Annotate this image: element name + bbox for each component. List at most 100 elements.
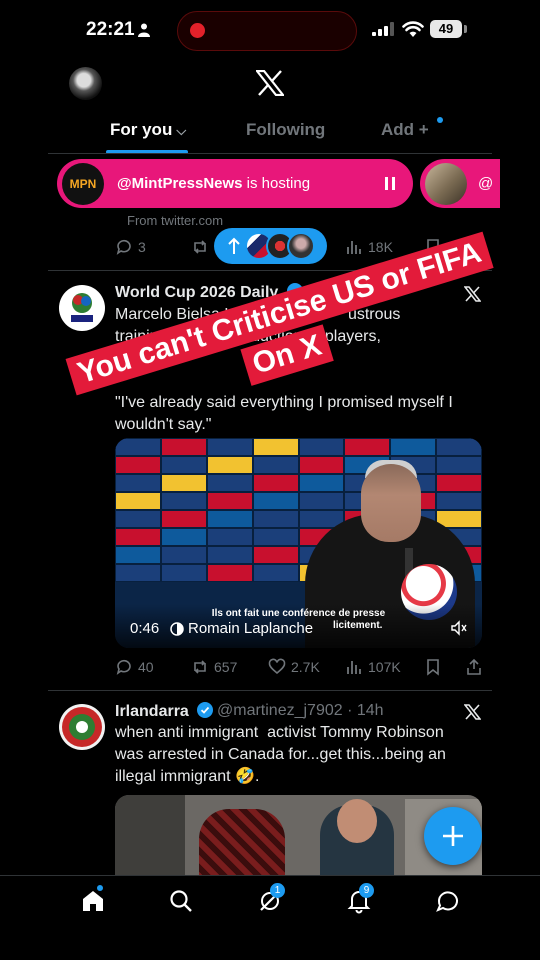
sponsor-tile <box>298 438 345 456</box>
profile-avatar[interactable] <box>69 67 102 100</box>
wifi-icon <box>402 21 424 37</box>
tweet-author-handle[interactable]: @martinez_j7902 · 14h <box>217 702 384 720</box>
tweet-author-name[interactable]: Irlandarra <box>115 702 214 721</box>
sponsor-tile <box>436 438 482 456</box>
video-author[interactable]: Romain Laplanche <box>188 620 313 637</box>
mute-icon[interactable] <box>451 620 467 636</box>
home-unread-dot <box>97 885 103 891</box>
reply-button[interactable]: 3 <box>115 235 146 259</box>
nav-home[interactable] <box>80 885 106 914</box>
heart-icon <box>268 658 286 675</box>
reply-count: 3 <box>138 239 146 255</box>
plus-icon: + <box>418 120 429 139</box>
tab-add[interactable]: Add + <box>381 117 443 140</box>
share-button[interactable] <box>465 655 483 679</box>
space-hosting-label: is hosting <box>242 175 311 192</box>
tab-for-you[interactable]: For you ⌵ <box>110 120 186 140</box>
arrow-up-icon <box>228 237 240 254</box>
nav-search[interactable] <box>168 888 194 914</box>
sponsor-tile <box>206 438 253 456</box>
message-bubble-icon <box>436 891 458 912</box>
sponsor-tile <box>252 546 299 564</box>
sponsor-tile <box>115 474 161 492</box>
verified-badge-icon <box>197 702 214 718</box>
space-host-avatar: MPN <box>62 163 104 205</box>
repost-button[interactable]: 657 <box>191 655 237 679</box>
tab-for-you-label: For you <box>110 120 173 139</box>
repost-button[interactable] <box>191 235 209 259</box>
sponsor-tile <box>252 492 299 510</box>
repost-count: 657 <box>214 659 238 675</box>
nav-grok[interactable]: 1 <box>257 883 285 914</box>
sponsor-tile <box>298 456 345 474</box>
tweet-actions: 40 657 2.7K 107K <box>115 655 483 679</box>
sponsor-tile <box>160 546 207 564</box>
screen-recording-indicator[interactable] <box>177 11 357 51</box>
sponsor-tile <box>298 492 345 510</box>
x-logo-icon <box>256 70 284 96</box>
image-background <box>115 795 185 880</box>
sponsor-tile <box>206 510 253 528</box>
sponsor-tile <box>160 564 207 582</box>
views-count: 107K <box>368 659 401 675</box>
sponsor-tile <box>252 510 299 528</box>
bottom-navigation: 1 9 <box>0 875 540 960</box>
tweet-author-avatar[interactable] <box>59 704 105 750</box>
space-host-handle: @MintPressNews <box>117 175 243 192</box>
sponsor-tile <box>206 456 253 474</box>
reply-count: 40 <box>138 659 154 675</box>
status-time: 22:21 <box>86 19 135 40</box>
compose-button[interactable] <box>424 807 482 865</box>
space-card[interactable]: MPN @MintPressNews is hosting <box>57 159 413 208</box>
video-author-icon <box>170 622 184 636</box>
views-button[interactable]: 107K <box>345 655 401 679</box>
nav-notifications[interactable]: 9 <box>346 883 374 914</box>
video-subtitle-2: licitement. <box>333 620 383 631</box>
space-host-handle-2: @ <box>478 175 494 192</box>
sponsor-tile <box>160 528 207 546</box>
video-speaker-head <box>361 464 421 542</box>
home-icon <box>83 891 103 911</box>
chevron-down-icon: ⌵ <box>176 123 187 138</box>
sponsor-tile <box>115 528 161 546</box>
bookmark-button[interactable] <box>424 655 442 679</box>
sponsor-tile <box>115 492 161 510</box>
reply-icon <box>116 239 131 255</box>
search-icon <box>170 890 192 912</box>
sponsor-tile <box>160 510 207 528</box>
grok-badge: 1 <box>270 883 285 898</box>
x-close-icon[interactable] <box>464 704 481 720</box>
plus-icon <box>443 826 463 846</box>
repost-icon <box>194 240 206 254</box>
space-card-2[interactable]: @ <box>420 159 500 208</box>
header-divider <box>48 153 492 154</box>
tweet-author-name-text: Irlandarra <box>115 703 189 720</box>
tweet-text: when anti immigrant activist Tommy Robin… <box>115 724 446 785</box>
sponsor-tile <box>206 528 253 546</box>
cellular-signal-icon <box>372 22 394 36</box>
nav-messages[interactable] <box>435 888 461 914</box>
sponsor-tile <box>252 528 299 546</box>
battery-tip <box>464 25 467 33</box>
sponsor-tile <box>206 474 253 492</box>
share-icon <box>467 658 481 675</box>
sponsor-tile <box>298 474 345 492</box>
sponsor-tile <box>115 564 161 582</box>
tweet-video[interactable]: Ils ont fait une conférence de presse 0:… <box>115 438 482 648</box>
sponsor-tile <box>206 546 253 564</box>
like-count: 2.7K <box>291 659 320 675</box>
image-person-2-head <box>337 799 377 843</box>
like-button[interactable]: 2.7K <box>268 655 320 679</box>
tab-add-label: Add <box>381 120 415 139</box>
status-bar: 22:21 49 <box>0 0 540 58</box>
views-icon <box>347 661 361 674</box>
link-source[interactable]: From twitter.com <box>127 213 223 228</box>
reply-button[interactable]: 40 <box>115 655 154 679</box>
audio-pause-icon[interactable] <box>384 177 396 190</box>
sponsor-tile <box>252 564 299 582</box>
sponsor-tile <box>390 438 437 456</box>
tab-following[interactable]: Following <box>246 120 325 140</box>
video-timestamp: 0:46 <box>130 620 160 637</box>
sponsor-tile <box>344 438 391 456</box>
lauburu-logo-icon <box>62 707 102 747</box>
